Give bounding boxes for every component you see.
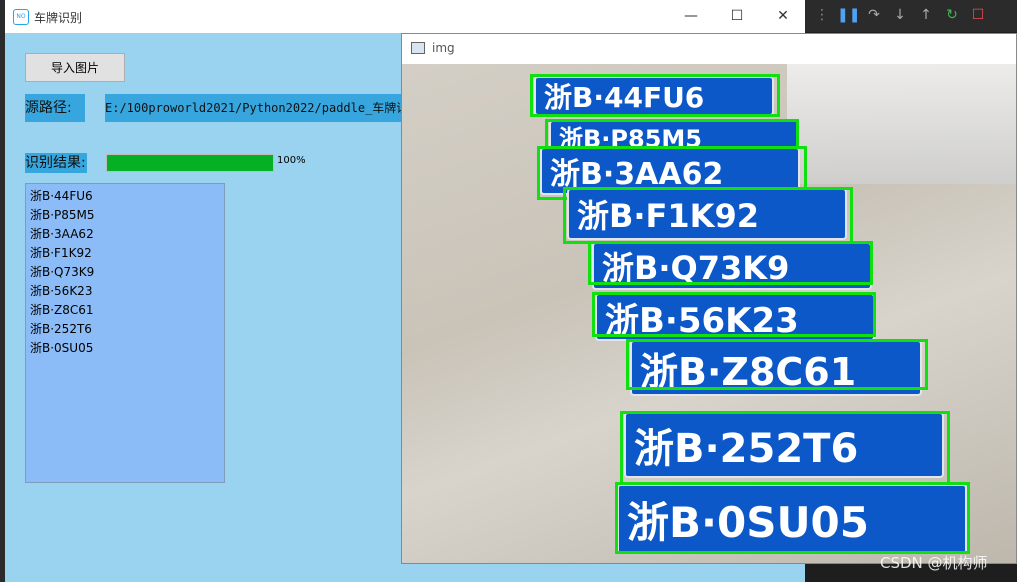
result-item[interactable]: 浙B·P85M5 (30, 206, 220, 225)
result-item[interactable]: 浙B·3AA62 (30, 225, 220, 244)
import-image-button[interactable]: 导入图片 (25, 53, 125, 82)
result-item[interactable]: 浙B·44FU6 (30, 187, 220, 206)
result-label: 识别结果: (25, 153, 87, 173)
step-over-icon[interactable]: ↷ (865, 6, 883, 24)
results-list[interactable]: 浙B·44FU6 浙B·P85M5 浙B·3AA62 浙B·F1K92 浙B·Q73K9… (25, 183, 225, 483)
image-window-icon (411, 42, 425, 54)
stop-icon[interactable]: ☐ (969, 6, 987, 24)
detection-box (530, 74, 780, 117)
restart-icon[interactable]: ↻ (943, 6, 961, 24)
result-item[interactable]: 浙B·56K23 (30, 282, 220, 301)
main-titlebar[interactable]: NO 车牌识别 — ☐ ✕ (5, 0, 805, 33)
window-title: 车牌识别 (34, 11, 83, 25)
detection-box (588, 241, 873, 285)
source-path-field[interactable]: E:/100proworld2021/Python2022/paddle_车牌识 (105, 94, 415, 122)
detection-box (615, 482, 970, 554)
close-button[interactable]: ✕ (773, 6, 793, 26)
ide-debug-toolbar: ⋮ ❚❚ ↷ ↓ ↑ ↻ ☐ (805, 0, 1017, 32)
maximize-button[interactable]: ☐ (727, 6, 747, 26)
result-item[interactable]: 浙B·252T6 (30, 320, 220, 339)
progress-fill (107, 155, 273, 171)
result-item[interactable]: 浙B·F1K92 (30, 244, 220, 263)
img-titlebar[interactable]: img (402, 34, 1016, 64)
drag-handle-icon[interactable]: ⋮ (813, 6, 831, 24)
detection-box (626, 339, 928, 390)
pause-icon[interactable]: ❚❚ (837, 6, 860, 24)
source-path-label: 源路径: (25, 94, 85, 122)
result-item[interactable]: 浙B·Z8C61 (30, 301, 220, 320)
detection-box (563, 187, 853, 244)
progress-text: 100% (277, 155, 306, 166)
img-window-title: img (432, 41, 455, 55)
step-into-icon[interactable]: ↓ (891, 6, 909, 24)
step-out-icon[interactable]: ↑ (917, 6, 935, 24)
watermark: CSDN @机构师 (880, 554, 988, 572)
app-icon: NO (13, 9, 29, 25)
result-item[interactable]: 浙B·Q73K9 (30, 263, 220, 282)
progress-bar (106, 154, 274, 172)
detection-box (620, 411, 950, 487)
detection-box (592, 292, 876, 337)
minimize-button[interactable]: — (681, 6, 701, 26)
background-object (787, 64, 1016, 184)
result-item[interactable]: 浙B·0SU05 (30, 339, 220, 358)
img-window: img 浙B·44FU6 浙B·P85M5 浙B·3AA62 浙B·F1K92 浙B·Q… (401, 33, 1017, 564)
plate-photo: 浙B·44FU6 浙B·P85M5 浙B·3AA62 浙B·F1K92 浙B·Q73K9… (402, 64, 1016, 563)
